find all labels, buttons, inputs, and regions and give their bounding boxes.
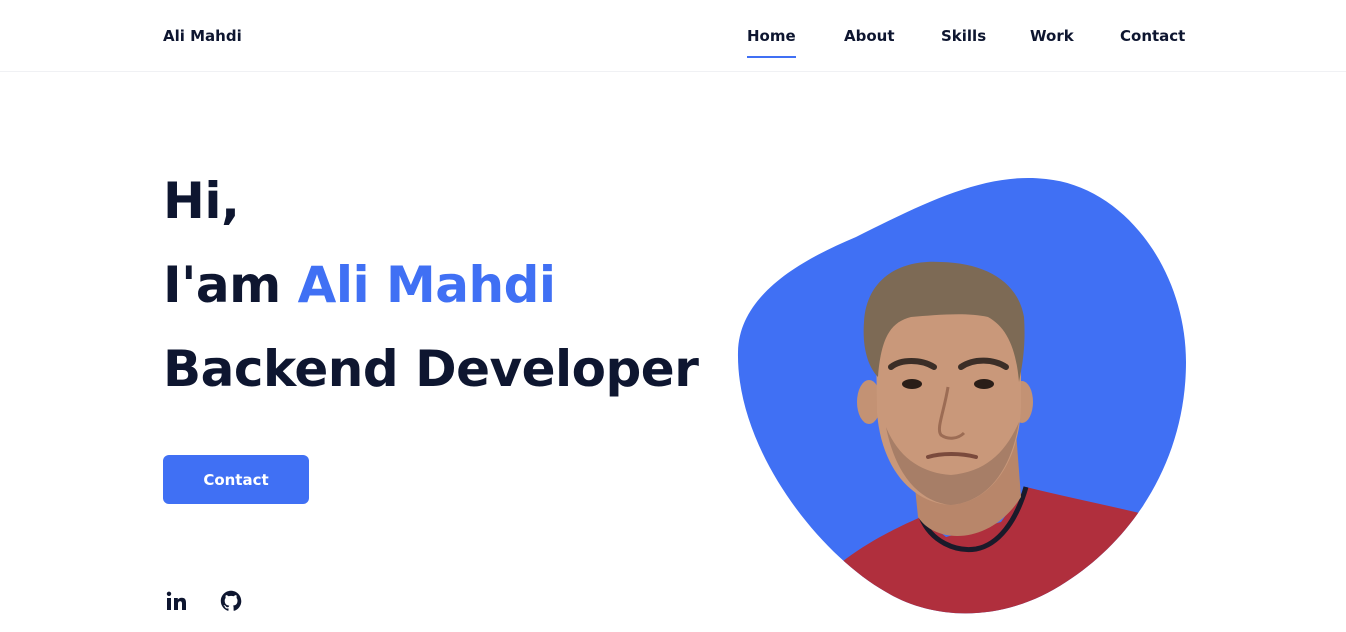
github-link[interactable]	[219, 589, 243, 613]
github-icon	[219, 589, 243, 613]
nav-link-home[interactable]: Home	[747, 27, 796, 58]
site-header: Ali Mahdi Home About Skills Work Contact	[0, 0, 1346, 72]
nav-link-skills[interactable]: Skills	[941, 27, 986, 45]
hero-name: Ali Mahdi	[297, 256, 556, 314]
hero-role: Backend Developer	[163, 340, 699, 398]
nav-link-contact[interactable]: Contact	[1120, 27, 1185, 45]
hero-intro: I'am Ali Mahdi	[163, 256, 556, 314]
main-nav: Home About Skills Work Contact	[0, 27, 1346, 67]
nav-link-about[interactable]: About	[844, 27, 895, 45]
hero-intro-prefix: I'am	[163, 256, 298, 314]
nav-link-work[interactable]: Work	[1030, 27, 1074, 45]
hero-greeting: Hi,	[163, 172, 240, 230]
linkedin-link[interactable]	[164, 589, 188, 613]
profile-image	[736, 177, 1188, 617]
contact-button[interactable]: Contact	[163, 455, 309, 504]
linkedin-icon	[164, 589, 188, 613]
